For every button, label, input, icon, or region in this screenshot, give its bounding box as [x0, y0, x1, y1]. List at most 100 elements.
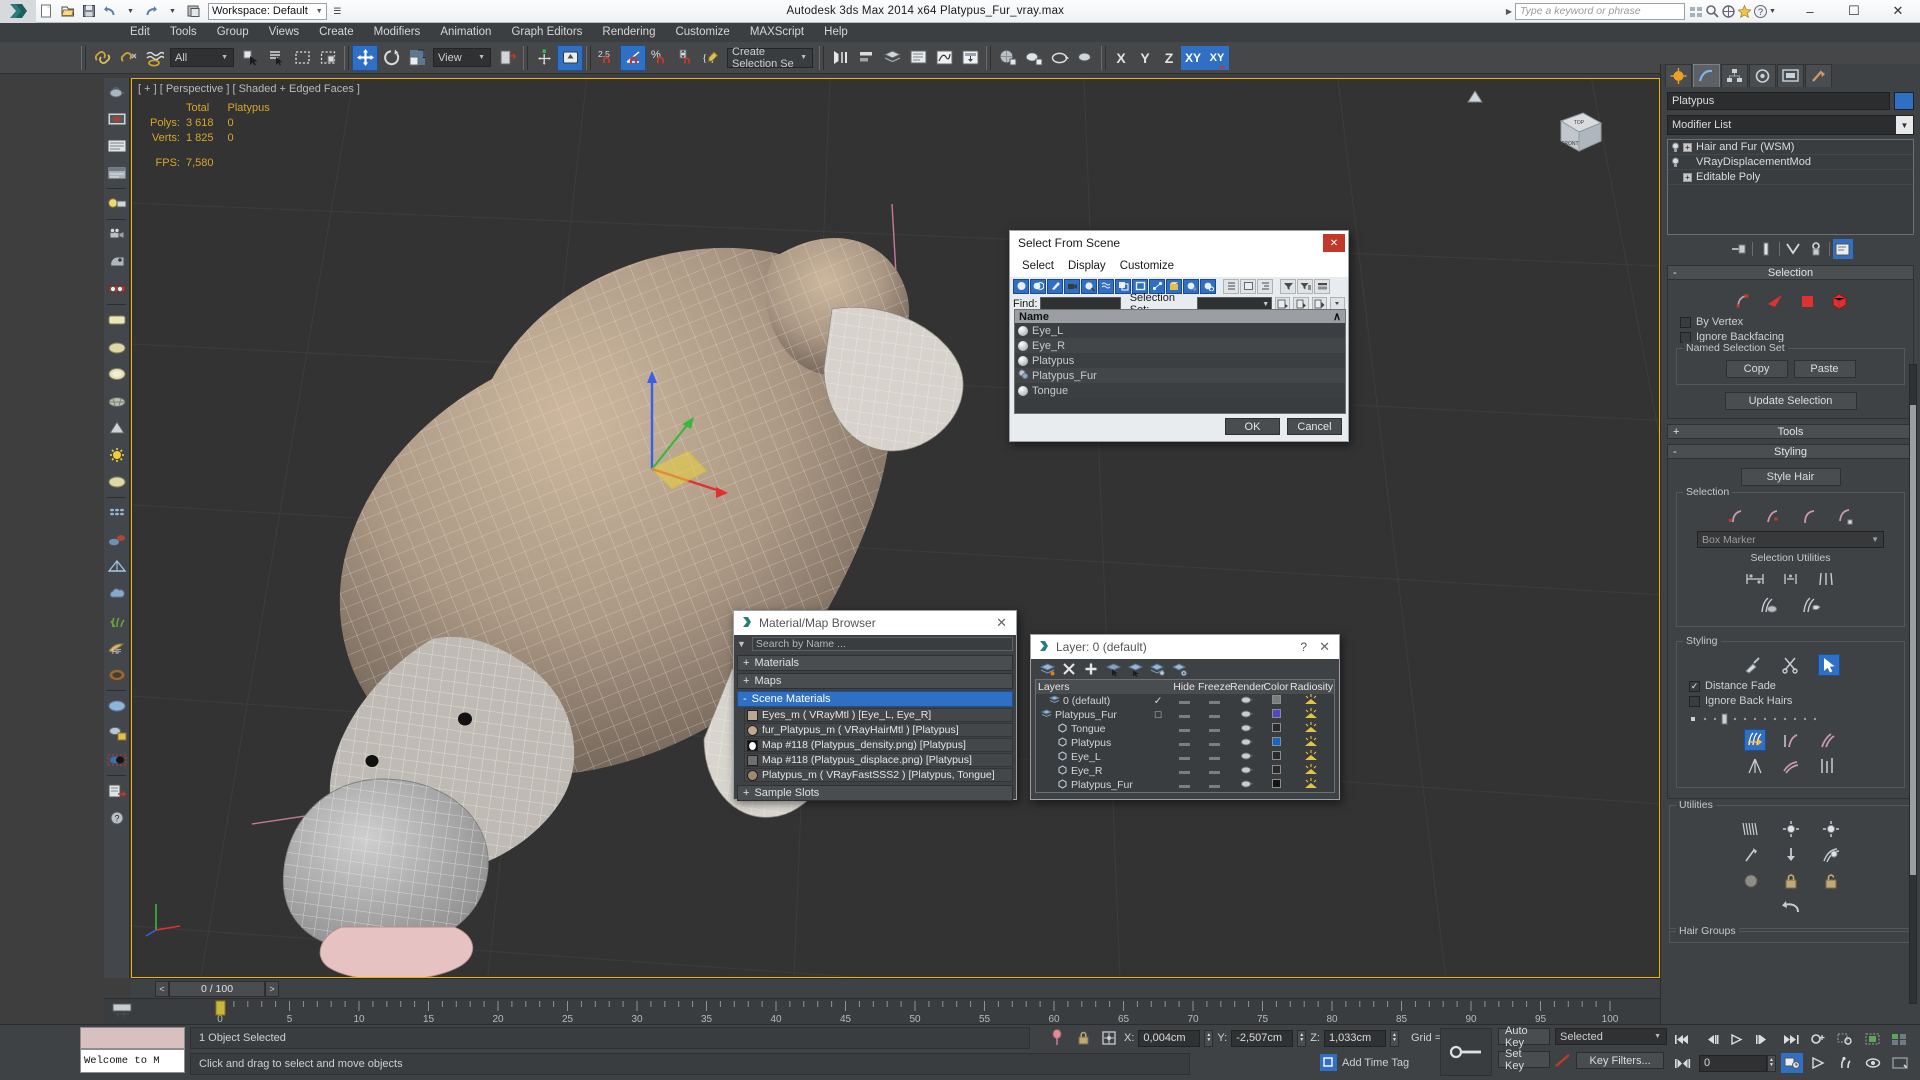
- current-frame-input[interactable]: 0: [1699, 1054, 1767, 1072]
- hair-nest-icon[interactable]: [105, 662, 129, 688]
- grid-toggle-icon[interactable]: [1689, 4, 1704, 19]
- workspace-selector[interactable]: Workspace: Default ▼: [208, 2, 327, 20]
- layer-table[interactable]: Layers Hide Freeze Render Color Radiosit…: [1035, 679, 1335, 793]
- menu-item-customize[interactable]: Customize: [1120, 260, 1174, 272]
- layer-name-cell[interactable]: Eye_R: [1036, 764, 1146, 778]
- select-and-scale-icon[interactable]: [404, 45, 430, 71]
- spinner-snap-toggle-icon[interactable]: [672, 45, 698, 71]
- layer-row[interactable]: Eye_R: [1036, 764, 1334, 778]
- hide-cell[interactable]: [1170, 765, 1198, 777]
- freeze-cell[interactable]: [1198, 723, 1230, 735]
- axis-constraint-x-button[interactable]: X: [1109, 46, 1133, 70]
- sort-ascending-icon[interactable]: ∧: [1333, 310, 1341, 323]
- render-cell[interactable]: [1230, 779, 1262, 791]
- guides-sub-object-icon[interactable]: [1732, 290, 1754, 312]
- scene-converter-icon[interactable]: [105, 778, 129, 804]
- add-time-tag-label[interactable]: Add Time Tag: [1342, 1057, 1409, 1069]
- app-logo-icon[interactable]: [0, 0, 36, 23]
- lock-icon[interactable]: [1780, 870, 1802, 892]
- group-materials[interactable]: + Materials: [737, 655, 1013, 671]
- modifier-stack-item[interactable]: VRayDisplacementMod: [1668, 155, 1913, 170]
- render-cell[interactable]: [1230, 723, 1262, 735]
- tab-utilities[interactable]: [1805, 64, 1832, 87]
- set-keys-button[interactable]: [1440, 1028, 1492, 1076]
- translate-hair-icon[interactable]: [1743, 729, 1766, 751]
- next-frame-icon[interactable]: [1753, 1029, 1775, 1049]
- menu-item-maxscript[interactable]: MAXScript: [740, 23, 814, 42]
- align-icon[interactable]: [853, 45, 879, 71]
- unlock-icon[interactable]: [1820, 870, 1842, 892]
- close-icon[interactable]: ✕: [1323, 234, 1345, 252]
- paste-button[interactable]: Paste: [1793, 360, 1856, 378]
- rollup-header-tools[interactable]: + Tools: [1667, 424, 1914, 439]
- map-item[interactable]: Map #118 (Platypus_displace.png) [Platyp…: [744, 753, 1013, 767]
- blobmesh-icon[interactable]: [105, 527, 129, 553]
- object-color-swatch[interactable]: [1894, 92, 1914, 110]
- freeze-cell[interactable]: [1198, 695, 1230, 707]
- color-cell[interactable]: [1262, 751, 1290, 763]
- menu-item-animation[interactable]: Animation: [430, 23, 501, 42]
- scrollbar-thumb[interactable]: [1910, 405, 1916, 875]
- create-geosphere-icon[interactable]: [105, 388, 129, 414]
- list-item[interactable]: Platypus_Fur: [1015, 368, 1345, 383]
- ignore-backfacing-checkbox[interactable]: [1680, 331, 1691, 343]
- layer-name-cell[interactable]: Tongue: [1036, 722, 1146, 736]
- save-file-icon[interactable]: [78, 2, 99, 21]
- material-item[interactable]: fur_Platypus_m ( VRayHairMtl ) [Platypus…: [744, 723, 1013, 737]
- layer-manager-icon[interactable]: [879, 45, 905, 71]
- hair-to-guides-icon[interactable]: [1780, 844, 1802, 866]
- menu-item-create[interactable]: Create: [309, 23, 364, 42]
- hide-cell[interactable]: [1170, 695, 1198, 707]
- ignore-back-hairs-checkbox-row[interactable]: Ignore Back Hairs: [1689, 695, 1898, 707]
- new-key-icon[interactable]: [1553, 1052, 1573, 1069]
- create-sphere-icon[interactable]: [105, 334, 129, 360]
- named-selection-set-dropdown[interactable]: Create Selection Se ▼: [727, 46, 813, 70]
- reset-hair-icon[interactable]: [1820, 818, 1842, 840]
- display-shapes-icon[interactable]: [1030, 278, 1046, 294]
- group-scene-materials[interactable]: - Scene Materials: [737, 691, 1013, 707]
- filter-icon[interactable]: [1280, 278, 1296, 294]
- display-space-warps-icon[interactable]: [1098, 278, 1114, 294]
- go-to-end-icon[interactable]: [1780, 1029, 1802, 1049]
- render-cell[interactable]: [1230, 709, 1262, 721]
- tab-modify[interactable]: [1693, 64, 1720, 87]
- rollup-header-styling[interactable]: - Styling: [1667, 444, 1914, 459]
- select-and-rotate-icon[interactable]: [378, 45, 404, 71]
- recomb-icon[interactable]: [1740, 818, 1762, 840]
- edit-named-selection-sets-icon[interactable]: { }: [698, 45, 724, 71]
- hide-cell[interactable]: [1170, 751, 1198, 763]
- cancel-button[interactable]: Cancel: [1287, 418, 1342, 435]
- select-by-name-icon[interactable]: [263, 45, 289, 71]
- select-by-region-icon[interactable]: [1834, 505, 1856, 527]
- dialog-title-bar[interactable]: Material/Map Browser ✕: [734, 611, 1016, 635]
- layer-row[interactable]: Platypus_Fur: [1036, 778, 1334, 792]
- light-lister-icon[interactable]: [105, 191, 129, 217]
- expand-icon[interactable]: +: [1683, 142, 1692, 152]
- freeze-cell[interactable]: [1198, 709, 1230, 721]
- layer-row[interactable]: Eye_L: [1036, 750, 1334, 764]
- redo-icon[interactable]: [141, 2, 162, 21]
- hide-cell[interactable]: [1170, 723, 1198, 735]
- layer-row[interactable]: 0 (default) ✓: [1036, 694, 1334, 708]
- group-maps[interactable]: + Maps: [737, 673, 1013, 689]
- modifier-list-dropdown[interactable]: Modifier List ▼: [1667, 115, 1914, 135]
- listener-input-pink[interactable]: [80, 1027, 185, 1049]
- create-sunlight-icon[interactable]: [105, 442, 129, 468]
- display-cameras-icon[interactable]: [1064, 278, 1080, 294]
- hair-teapot-preview-icon[interactable]: [105, 79, 129, 105]
- freeze-cell[interactable]: [1198, 779, 1230, 791]
- display-helpers-icon[interactable]: [1081, 278, 1097, 294]
- hairbrush-icon[interactable]: [1742, 654, 1764, 676]
- toolbar-grip[interactable]: [523, 45, 528, 70]
- play-animation-icon[interactable]: [1726, 1029, 1748, 1049]
- list-item[interactable]: Eye_R: [1015, 338, 1345, 353]
- zoom-viewport-icon[interactable]: [1807, 1029, 1829, 1049]
- render-frame-window-icon[interactable]: [105, 106, 129, 132]
- filter-settings-icon[interactable]: [1297, 278, 1313, 294]
- rollup-header-selection[interactable]: - Selection: [1667, 265, 1914, 280]
- color-cell[interactable]: [1262, 779, 1290, 791]
- set-key-button[interactable]: Set Key: [1498, 1048, 1550, 1072]
- style-hair-button[interactable]: Style Hair: [1740, 468, 1841, 486]
- display-geometry-icon[interactable]: [1013, 278, 1029, 294]
- help-icon[interactable]: ?: [1753, 4, 1768, 19]
